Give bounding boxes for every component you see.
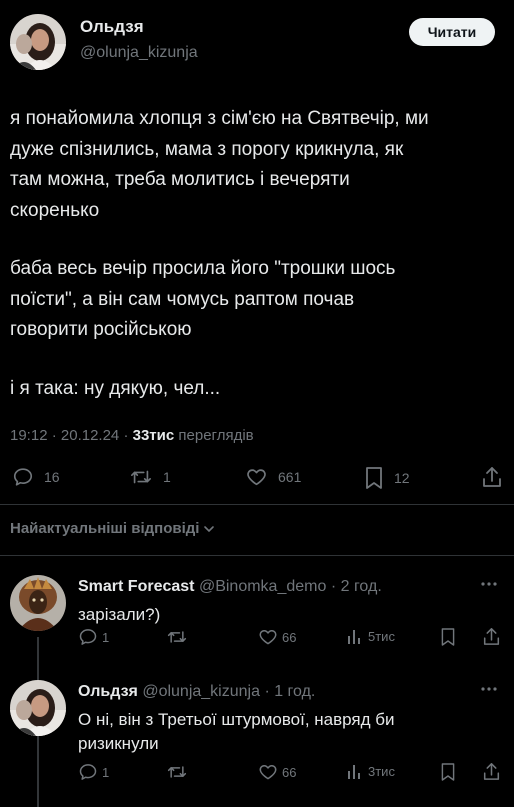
bookmark-button[interactable]: 12 [364,466,410,490]
reply-icon [13,468,33,486]
post-date[interactable]: 20.12.24 [61,427,119,444]
reply-author-handle[interactable]: @olunja_kizunja [142,683,260,700]
post-meta: 19:12 · 20.12.24 · 33тис переглядів [10,427,254,444]
reply-time[interactable]: · 1 год. [264,683,315,700]
views-count: 33тис [132,427,175,444]
share-button[interactable] [483,762,500,781]
repost-count: 1 [163,469,171,485]
post-time[interactable]: 19:12 [10,427,48,444]
reply-button[interactable]: 1 [78,762,109,782]
reply-text: О ні, він з Третьої штурмової, навряд би… [78,710,395,753]
bookmark-icon [366,467,382,489]
heart-icon [259,765,277,780]
reply-header: Ольдзя @olunja_kizunja · 1 год. [78,683,315,701]
reply-author-name[interactable]: Ольдзя [78,683,138,700]
views-icon [348,630,360,644]
reply-header: Smart Forecast @Binomka_demo · 2 год. [78,578,382,596]
reply-item[interactable]: Ольдзя @olunja_kizunja · 1 год. О ні, ві… [0,680,514,802]
author-handle[interactable]: @olunja_kizunja [80,44,198,62]
share-icon [483,628,500,645]
bookmark-button[interactable] [440,762,456,782]
repost-button[interactable] [166,627,198,647]
reply-icon [79,764,97,780]
bookmark-button[interactable] [440,627,456,647]
post-paragraph: я понайомила хлопця з сім'єю на Святвечі… [10,108,429,221]
post-paragraph: і я така: ну дякую, чел... [10,377,221,399]
views-label: переглядів [178,427,254,444]
like-button[interactable]: 661 [245,466,301,488]
reply-time[interactable]: · 2 год. [331,578,382,595]
share-button[interactable] [483,627,500,646]
meta-separator: · [51,427,57,444]
post-text: я понайомила хлопця з сім'єю на Святвечі… [10,104,500,432]
post-paragraph: баба весь вечір просила його "трошки шос… [10,258,396,340]
reply-author-handle[interactable]: @Binomka_demo [199,578,326,595]
like-button[interactable]: 66 [258,762,296,782]
follow-button[interactable]: Читати [409,18,495,46]
divider [0,504,514,505]
meta-separator: · [123,427,129,444]
reply-count: 16 [44,469,60,485]
repost-icon [167,766,187,778]
share-icon [483,763,500,780]
reply-action-bar: 1 66 3тис [0,758,514,788]
post-action-bar: 16 1 661 12 [0,462,514,498]
heart-icon [247,469,266,486]
reply-button[interactable]: 1 [78,627,109,647]
reply-author-name[interactable]: Smart Forecast [78,578,195,595]
repost-icon [167,631,187,643]
views-count: 3тис [368,763,395,779]
repost-button[interactable] [166,762,198,782]
bookmark-count: 12 [394,470,410,486]
repost-button[interactable]: 1 [129,466,171,488]
author-name[interactable]: Ольдзя [80,17,144,37]
like-count: 66 [282,764,297,780]
author-avatar[interactable] [10,14,66,70]
share-icon [483,467,501,487]
more-icon[interactable] [480,575,498,598]
bookmark-icon [441,628,455,646]
views-button[interactable]: 5тис [346,627,395,645]
views-button[interactable]: 3тис [346,762,395,780]
heart-icon [259,630,277,645]
reply-icon [79,629,97,645]
reply-count: 1 [102,764,110,780]
reply-avatar[interactable] [10,680,66,736]
like-count: 661 [278,469,302,485]
replies-sort-dropdown[interactable]: Найактуальніші відповіді [10,520,215,537]
reply-item[interactable]: Smart Forecast @Binomka_demo · 2 год. за… [0,575,514,807]
views-icon [348,765,360,779]
bookmark-icon [441,763,455,781]
divider [0,555,514,556]
reply-button[interactable]: 16 [12,466,60,488]
post-header: Ольдзя @olunja_kizunja Читати [0,0,514,80]
views-count: 5тис [368,628,395,644]
like-count: 66 [282,629,297,645]
reply-count: 1 [102,629,110,645]
reply-action-bar: 1 66 5тис [0,623,514,653]
more-icon[interactable] [480,680,498,703]
repost-icon [131,470,151,484]
share-button[interactable] [482,466,502,488]
chevron-down-icon [204,525,215,532]
like-button[interactable]: 66 [258,627,296,647]
sort-label: Найактуальніші відповіді [10,520,200,537]
